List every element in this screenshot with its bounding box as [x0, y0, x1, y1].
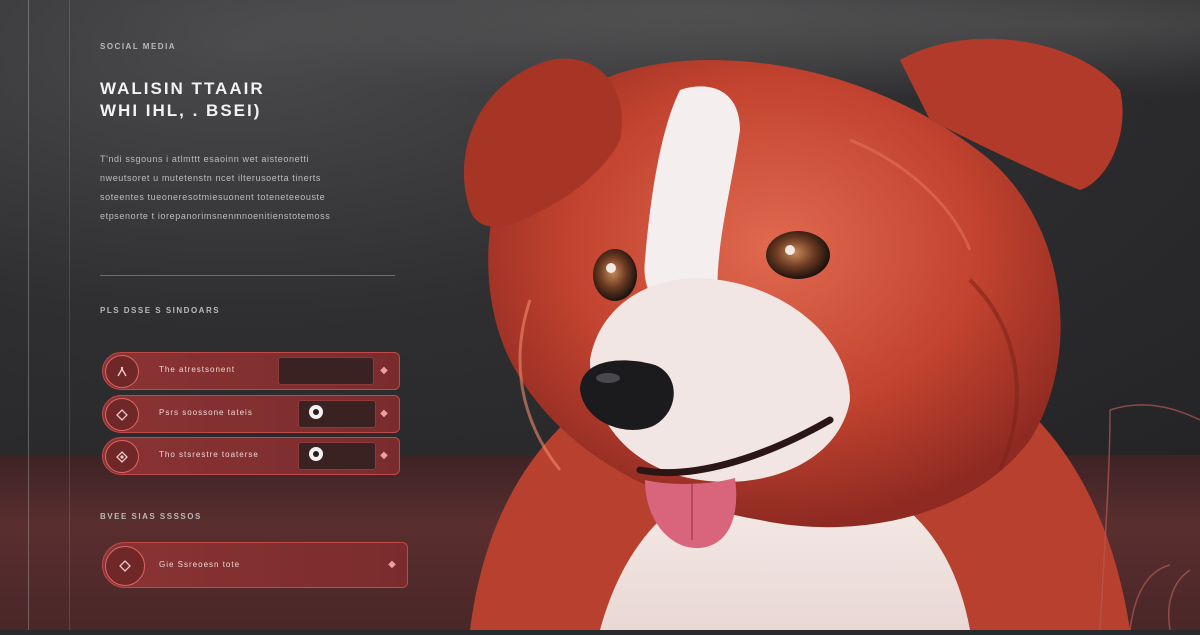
option-row-1[interactable]: The atrestsonent ◆ — [102, 352, 400, 390]
option-row-2[interactable]: Psrs soossone tateis ◆ — [102, 395, 400, 433]
option-label: The atrestsonent — [159, 365, 236, 374]
panel-frame-inner-line — [69, 0, 70, 630]
target-icon — [105, 440, 139, 473]
diamond-icon — [105, 546, 145, 586]
chevron-icon: ◆ — [380, 450, 388, 461]
chevron-icon: ◆ — [380, 408, 388, 419]
panel-eyebrow: SOCIAL MEDIA — [100, 42, 177, 51]
paragraph-line: soteentes tueoneresotmiesuonent totenete… — [100, 192, 326, 202]
radio-button[interactable] — [309, 405, 323, 419]
radio-button[interactable] — [309, 447, 323, 461]
title-line-2: WHI IHL, . BSEI) — [100, 101, 262, 120]
section-label-2: BVEE SIAS SSSSOS — [100, 512, 202, 521]
dog-image — [463, 38, 1200, 631]
diamond-icon — [105, 398, 139, 431]
chevron-icon: ◆ — [388, 559, 396, 570]
panel-title: WALISIN TTAAIR WHI IHL, . BSEI) — [100, 78, 420, 122]
section-label: PLS DSSE S SINDOARS — [100, 306, 221, 315]
cta-button[interactable]: Gie Ssreoesn tote ◆ — [102, 542, 408, 588]
title-line-1: WALISIN TTAAIR — [100, 79, 265, 98]
option-label: Psrs soossone tateis — [159, 408, 253, 417]
option-row-3[interactable]: Tho stsrestre toaterse ◆ — [102, 437, 400, 475]
cta-label: Gie Ssreoesn tote — [159, 560, 241, 569]
paragraph-line: nweutsoret u mutetenstn ncet ilterusoett… — [100, 173, 322, 183]
panel-paragraph: T'ndi ssgouns i atlmttt esaoinn wet aist… — [100, 150, 400, 226]
option-label: Tho stsrestre toaterse — [159, 450, 259, 459]
paw-icon — [105, 355, 139, 388]
chevron-icon: ◆ — [380, 365, 388, 376]
dog-illustration — [430, 0, 1200, 631]
divider — [100, 275, 395, 276]
paragraph-line: T'ndi ssgouns i atlmttt esaoinn wet aist… — [100, 154, 310, 164]
paragraph-line: etpsenorte t iorepanorimsnenmnoenitienst… — [100, 211, 331, 221]
option-input-field[interactable] — [278, 357, 374, 385]
